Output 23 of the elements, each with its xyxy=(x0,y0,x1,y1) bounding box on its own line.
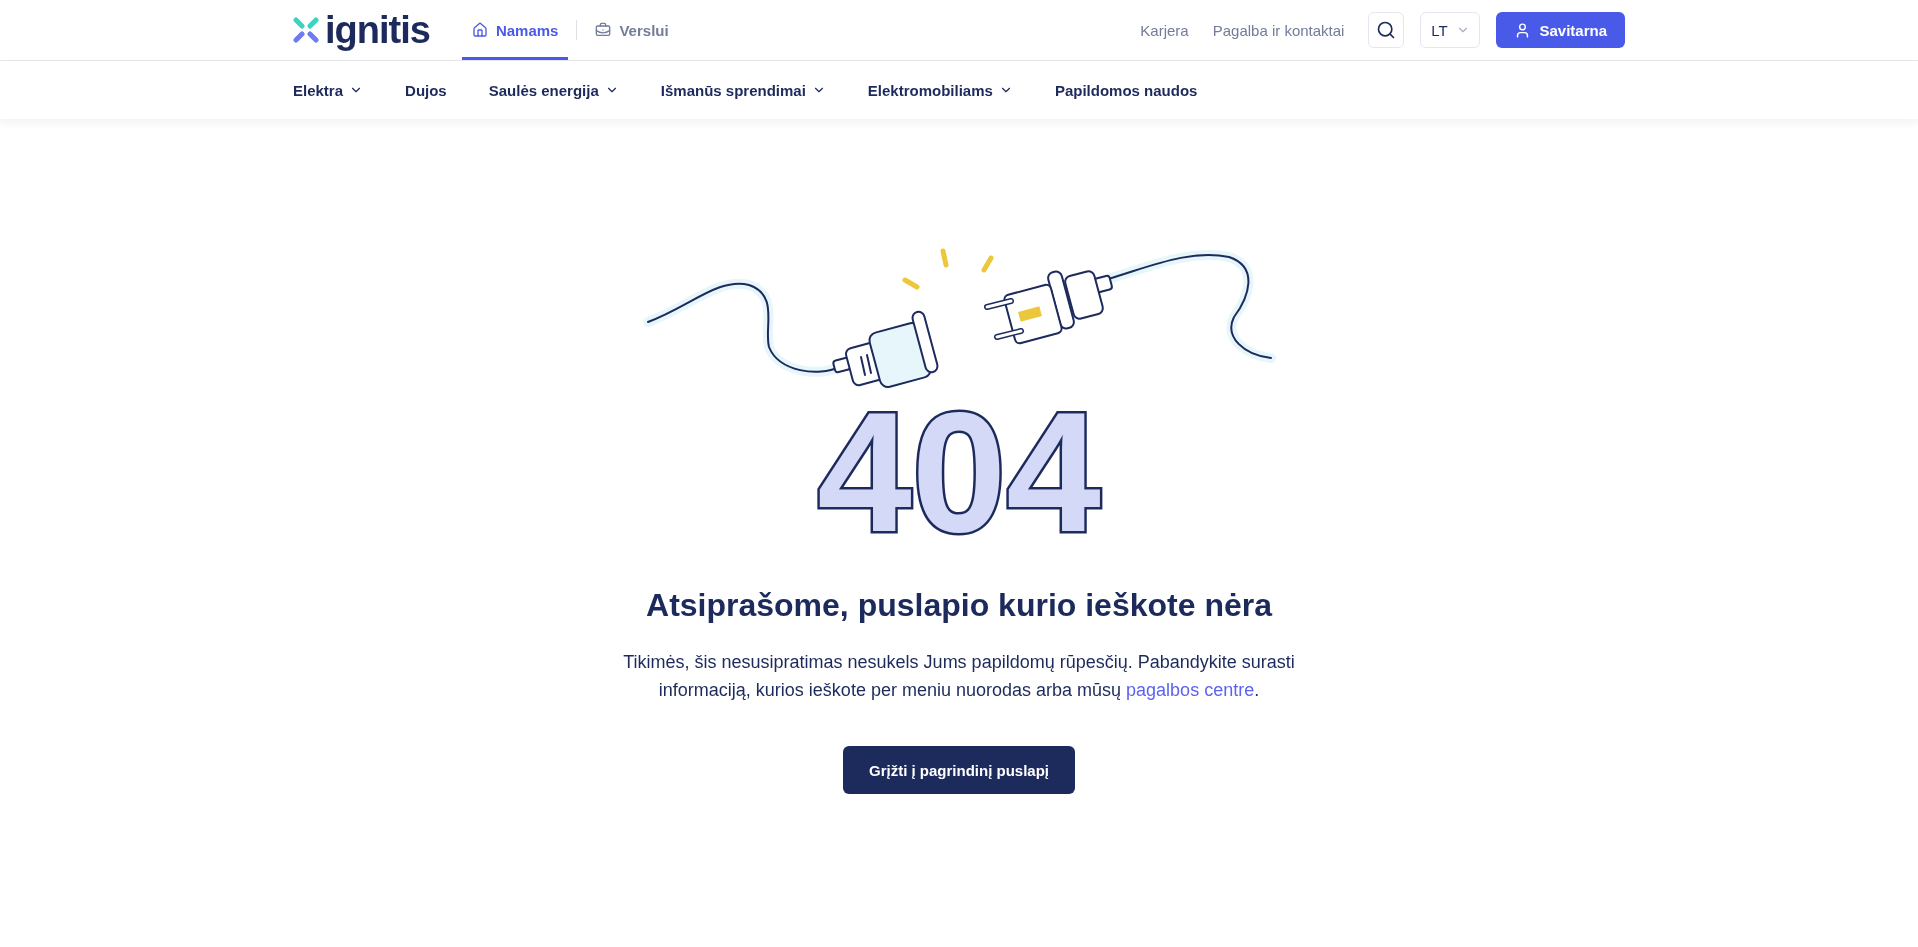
briefcase-icon xyxy=(595,22,612,38)
nav-item[interactable]: Papildomos naudos xyxy=(1054,81,1198,99)
header-link[interactable]: Pagalba ir kontaktai xyxy=(1212,21,1345,39)
segment-tab[interactable]: Verslui xyxy=(585,0,679,60)
segment-tab[interactable]: Namams xyxy=(461,0,569,60)
language-select[interactable]: LT xyxy=(1420,12,1481,48)
nav-item[interactable]: Saulės energija xyxy=(488,81,619,99)
nav-item[interactable]: Elektra xyxy=(293,81,364,99)
header-link[interactable]: Karjera xyxy=(1140,21,1189,39)
login-button[interactable]: Savitarna xyxy=(1496,12,1625,48)
help-center-link[interactable]: pagalbos centre xyxy=(1126,680,1255,700)
search-icon xyxy=(1376,20,1397,40)
nav-item[interactable]: Išmanūs sprendimai xyxy=(660,81,826,99)
nav-item[interactable]: Dujos xyxy=(405,81,447,99)
error-message: Tikimės, šis nesusipratimas nesukels Jums papildomų rūpesčių. Pabandykite surasti informaciją, kurios ieškote per meniu nuorodas arba mūsų pagalbos centre. xyxy=(622,651,1296,702)
search-button[interactable] xyxy=(1368,12,1405,48)
house-icon xyxy=(471,22,488,38)
back-home-button[interactable]: Grįžti į pagrindinį puslapį xyxy=(843,746,1075,794)
logo-icon xyxy=(293,17,319,43)
logo-text: ignitis xyxy=(325,11,430,49)
nav-item[interactable]: Elektromobiliams xyxy=(867,81,1013,99)
error-title: Atsiprašome, puslapio kurio ieškote nėra xyxy=(646,587,1272,624)
error-code: 404 xyxy=(817,387,1101,557)
